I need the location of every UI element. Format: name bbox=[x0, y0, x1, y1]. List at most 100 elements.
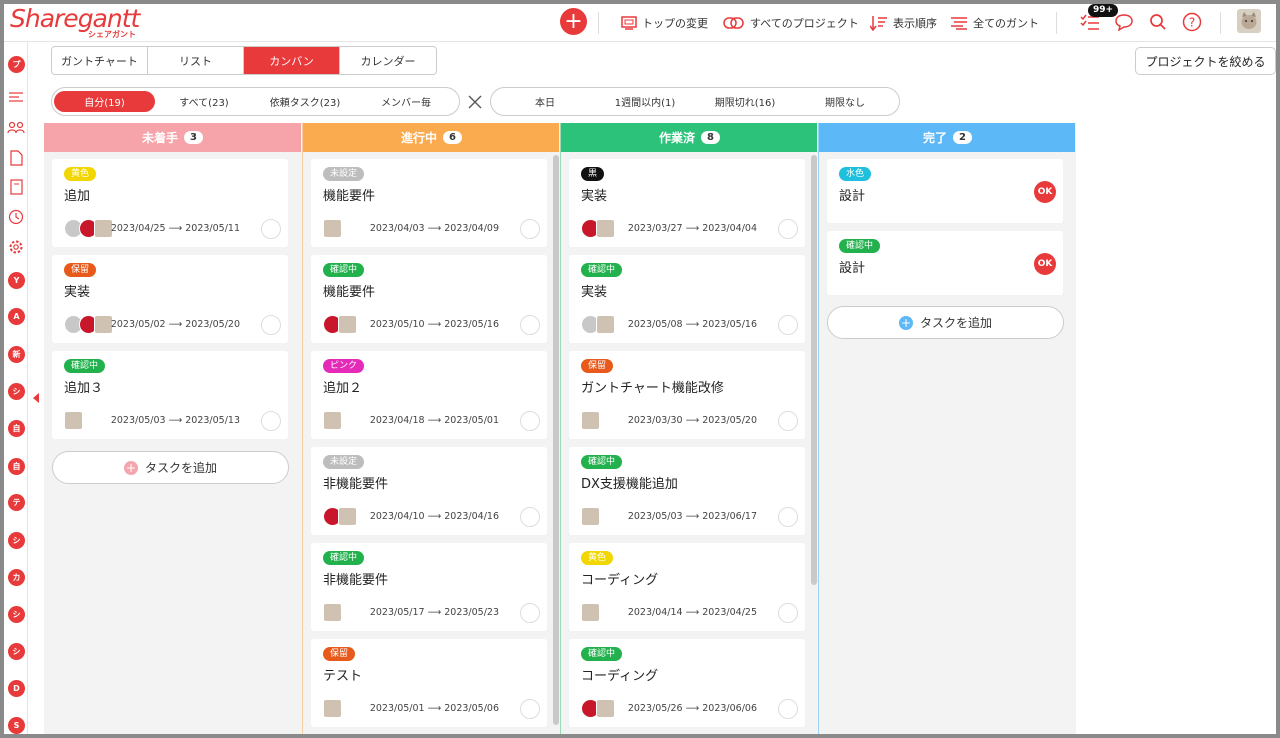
complete-checkbox[interactable] bbox=[778, 603, 798, 623]
ok-done-button[interactable]: OK bbox=[1034, 181, 1056, 203]
complete-checkbox[interactable] bbox=[778, 411, 798, 431]
task-card[interactable]: 確認中 DX支援機能追加 2023/05/03 ⟶ 2023/06/17 bbox=[569, 447, 805, 535]
sharegantt-logo[interactable]: Sharegantt シェアガント bbox=[10, 6, 150, 40]
complete-checkbox[interactable] bbox=[778, 315, 798, 335]
complete-checkbox[interactable] bbox=[520, 219, 540, 239]
filter-requested[interactable]: 依頼タスク(23) bbox=[252, 91, 358, 112]
status-tag: 確認中 bbox=[581, 455, 623, 469]
sidebar-project[interactable]: A bbox=[8, 308, 25, 325]
complete-checkbox[interactable] bbox=[261, 315, 281, 335]
task-card[interactable]: ピンク 追加２ 2023/04/18 ⟶ 2023/05/01 bbox=[311, 351, 547, 439]
sidebar-project[interactable]: 新 bbox=[8, 346, 25, 363]
sidebar-project[interactable]: プ bbox=[8, 56, 25, 73]
task-card[interactable]: 保留 ガントチャート機能改修 2023/03/30 ⟶ 2023/05/20 bbox=[569, 351, 805, 439]
gear-icon bbox=[9, 240, 23, 254]
kanban-column: 完了 2 水色 設計 OK 確認中 設計 OK + タスクを追加 bbox=[818, 123, 1075, 734]
user-avatar[interactable] bbox=[1237, 9, 1261, 33]
filter-all[interactable]: すべて(23) bbox=[156, 91, 252, 112]
left-sidebar: プ Y A 新 シ 自 自 テ シ カ シ シ D S bbox=[4, 42, 28, 734]
close-icon[interactable] bbox=[467, 94, 483, 110]
task-card[interactable]: 確認中 コーディング 2023/05/26 ⟶ 2023/06/06 bbox=[569, 639, 805, 727]
filter-today[interactable]: 本日 bbox=[495, 91, 595, 112]
task-card[interactable]: 水色 設計 OK bbox=[827, 159, 1063, 223]
filter-no-due[interactable]: 期限なし bbox=[795, 91, 895, 112]
task-title: 実装 bbox=[64, 285, 91, 300]
task-card[interactable]: 黄色 追加 2023/04/25 ⟶ 2023/05/11 bbox=[52, 159, 288, 247]
task-card[interactable]: 確認中 非機能要件 2023/05/17 ⟶ 2023/05/23 bbox=[311, 543, 547, 631]
complete-checkbox[interactable] bbox=[520, 507, 540, 527]
sidebar-documents[interactable] bbox=[7, 149, 25, 167]
sidebar-project[interactable]: S bbox=[8, 717, 25, 734]
comments-button[interactable] bbox=[1112, 10, 1136, 34]
complete-checkbox[interactable] bbox=[778, 699, 798, 719]
sort-order-button[interactable]: 表示順序 bbox=[870, 12, 937, 34]
tab-calendar[interactable]: カレンダー bbox=[340, 47, 436, 74]
sidebar-project[interactable]: シ bbox=[8, 606, 25, 623]
column-title: 作業済 bbox=[659, 131, 696, 145]
tab-kanban[interactable]: カンバン bbox=[244, 47, 340, 74]
complete-checkbox[interactable] bbox=[778, 219, 798, 239]
sidebar-notes[interactable] bbox=[7, 178, 25, 196]
sidebar-project[interactable]: カ bbox=[8, 569, 25, 586]
sort-order-label: 表示順序 bbox=[893, 17, 937, 30]
sidebar-project[interactable]: 自 bbox=[8, 420, 25, 437]
complete-checkbox[interactable] bbox=[520, 315, 540, 335]
sidebar-project[interactable]: Y bbox=[8, 272, 25, 289]
task-card[interactable]: 未設定 機能要件 2023/04/03 ⟶ 2023/04/09 bbox=[311, 159, 547, 247]
complete-checkbox[interactable] bbox=[778, 507, 798, 527]
sidebar-collapse-arrow[interactable] bbox=[33, 393, 39, 403]
sidebar-project[interactable]: シ bbox=[8, 383, 25, 400]
filter-overdue[interactable]: 期限切れ(16) bbox=[695, 91, 795, 112]
view-tabs: ガントチャート リスト カンバン カレンダー bbox=[51, 46, 437, 75]
help-icon: ? bbox=[1182, 12, 1202, 32]
task-card[interactable]: 黒実装 2023/03/27 ⟶ 2023/04/04 bbox=[569, 159, 805, 247]
sidebar-members[interactable] bbox=[7, 119, 25, 137]
task-card[interactable]: 黄色 コーディング 2023/04/14 ⟶ 2023/04/25 bbox=[569, 543, 805, 631]
complete-checkbox[interactable] bbox=[520, 699, 540, 719]
task-card[interactable]: 確認中 追加３ 2023/05/03 ⟶ 2023/05/13 bbox=[52, 351, 288, 439]
filter-by-member[interactable]: メンバー毎 bbox=[358, 91, 454, 112]
all-gantt-button[interactable]: 全てのガント bbox=[950, 12, 1039, 34]
sidebar-project[interactable]: D bbox=[8, 680, 25, 697]
sidebar-project[interactable]: テ bbox=[8, 494, 25, 511]
add-task-label: タスクを追加 bbox=[919, 316, 992, 330]
add-task-button[interactable]: + タスクを追加 bbox=[52, 451, 289, 484]
help-button[interactable]: ? bbox=[1180, 10, 1204, 34]
task-card[interactable]: 確認中 実装 2023/05/08 ⟶ 2023/05/16 bbox=[569, 255, 805, 343]
task-card[interactable]: 保留 実装 2023/05/02 ⟶ 2023/05/20 bbox=[52, 255, 288, 343]
complete-checkbox[interactable] bbox=[261, 411, 281, 431]
complete-checkbox[interactable] bbox=[520, 411, 540, 431]
sidebar-history[interactable] bbox=[7, 208, 25, 226]
tab-gantt-chart[interactable]: ガントチャート bbox=[52, 47, 148, 74]
ok-done-button[interactable]: OK bbox=[1034, 253, 1056, 275]
add-button[interactable]: + bbox=[560, 8, 587, 35]
task-title: ガントチャート機能改修 bbox=[581, 381, 724, 396]
sidebar-project[interactable]: 自 bbox=[8, 458, 25, 475]
add-task-button[interactable]: + タスクを追加 bbox=[827, 306, 1064, 339]
all-projects-button[interactable]: すべてのプロジェクト bbox=[723, 12, 859, 34]
history-icon bbox=[8, 209, 24, 225]
task-card[interactable]: 未設定 非機能要件 2023/04/10 ⟶ 2023/04/16 bbox=[311, 447, 547, 535]
task-card[interactable]: 保留 テスト 2023/05/01 ⟶ 2023/05/06 bbox=[311, 639, 547, 727]
search-button[interactable] bbox=[1146, 10, 1170, 34]
cat-avatar-icon bbox=[581, 603, 600, 622]
column-scrollbar[interactable] bbox=[811, 155, 817, 585]
cat-avatar-icon bbox=[323, 411, 342, 430]
complete-checkbox[interactable] bbox=[261, 219, 281, 239]
top-change-button[interactable]: トップの変更 bbox=[621, 12, 708, 34]
cat-avatar-icon bbox=[1241, 12, 1257, 29]
cat-avatar-icon bbox=[596, 315, 615, 334]
column-scrollbar[interactable] bbox=[553, 155, 559, 725]
tab-list[interactable]: リスト bbox=[148, 47, 244, 74]
sidebar-project[interactable]: シ bbox=[8, 643, 25, 660]
sidebar-project[interactable]: シ bbox=[8, 532, 25, 549]
task-card[interactable]: 確認中 機能要件 2023/05/10 ⟶ 2023/05/16 bbox=[311, 255, 547, 343]
filter-within-week[interactable]: 1週間以内(1) bbox=[595, 91, 695, 112]
filter-mine[interactable]: 自分(19) bbox=[54, 91, 155, 112]
project-filter-button[interactable]: プロジェクトを絞める bbox=[1135, 47, 1276, 75]
sidebar-settings[interactable] bbox=[7, 238, 25, 256]
sidebar-menu[interactable] bbox=[7, 89, 25, 107]
task-card[interactable]: 確認中 設計 OK bbox=[827, 231, 1063, 295]
complete-checkbox[interactable] bbox=[520, 603, 540, 623]
all-projects-label: すべてのプロジェクト bbox=[750, 17, 859, 30]
